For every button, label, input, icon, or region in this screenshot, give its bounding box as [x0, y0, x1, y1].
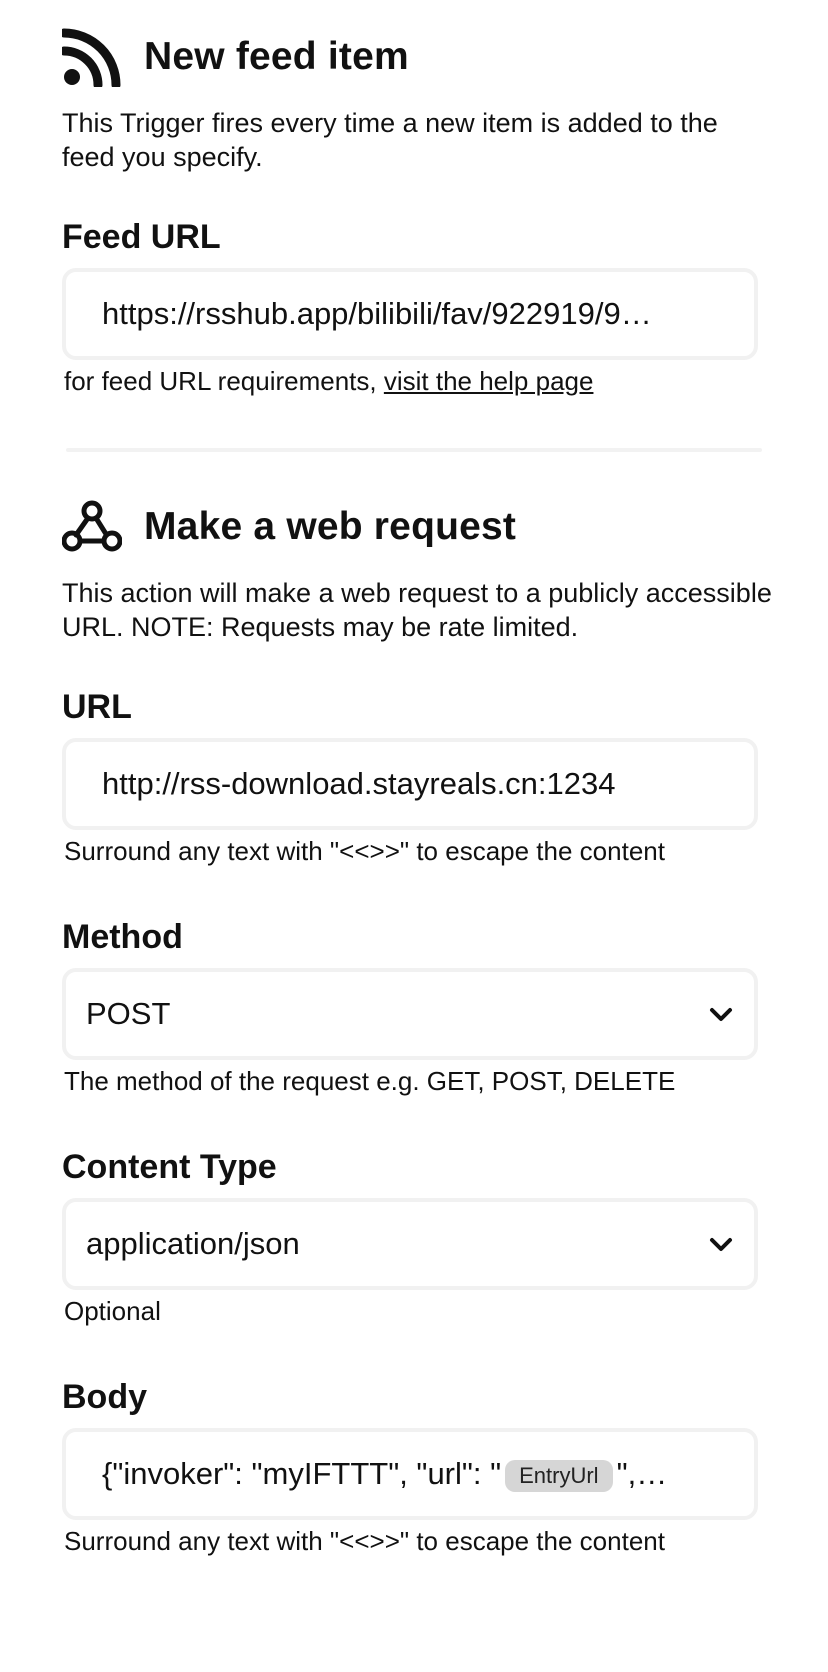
webhooks-icon	[62, 500, 122, 552]
content-type-value: application/json	[86, 1226, 300, 1261]
action-description: This action will make a web request to a…	[62, 578, 772, 642]
body-prefix-text: {"invoker": "myIFTTT", "url": "	[102, 1456, 502, 1491]
content-type-helper-wrap: Optional	[62, 1296, 161, 1327]
help-page-link[interactable]: visit the help page	[384, 366, 594, 396]
feed-url-input[interactable]: https://rsshub.app/bilibili/fav/922919/9…	[62, 268, 758, 360]
content-type-helper: Optional	[64, 1296, 161, 1326]
feed-url-label-wrap: Feed URL	[62, 218, 221, 257]
body-helper-wrap: Surround any text with "<<>>" to escape …	[62, 1526, 665, 1557]
method-value: POST	[86, 996, 171, 1031]
trigger-header: New feed item	[62, 22, 409, 92]
url-input-wrap: http://rss-download.stayreals.cn:1234	[62, 738, 758, 830]
method-helper: The method of the request e.g. GET, POST…	[64, 1066, 676, 1096]
method-label-wrap: Method	[62, 918, 183, 957]
rss-feed-icon	[62, 28, 121, 87]
applet-config-page: New feed item This Trigger fires every t…	[0, 0, 828, 1672]
url-value: http://rss-download.stayreals.cn:1234	[102, 766, 616, 801]
url-label: URL	[62, 688, 132, 726]
body-input-wrap: {"invoker": "myIFTTT", "url": " EntryUrl "…	[62, 1428, 758, 1520]
feed-url-value: https://rsshub.app/bilibili/fav/922919/9…	[102, 296, 652, 331]
chevron-down-icon	[710, 1238, 732, 1251]
trigger-description-wrap: This Trigger fires every time a new item…	[62, 106, 762, 174]
feed-url-helper-text: for feed URL requirements,	[64, 366, 384, 396]
action-description-wrap: This action will make a web request to a…	[62, 576, 772, 644]
content-type-select-wrap: application/json	[62, 1198, 758, 1290]
trigger-title: New feed item	[144, 35, 409, 78]
chevron-down-icon	[710, 1008, 732, 1021]
body-helper: Surround any text with "<<>>" to escape …	[64, 1526, 665, 1556]
url-label-wrap: URL	[62, 688, 132, 727]
feed-url-helper-wrap: for feed URL requirements, visit the hel…	[62, 366, 593, 397]
body-label: Body	[62, 1378, 147, 1416]
body-label-wrap: Body	[62, 1378, 147, 1417]
feed-url-helper: for feed URL requirements, visit the hel…	[62, 366, 593, 397]
url-helper: Surround any text with "<<>>" to escape …	[64, 836, 665, 866]
feed-url-label: Feed URL	[62, 218, 221, 256]
content-type-select[interactable]: application/json	[62, 1198, 758, 1290]
body-input[interactable]: {"invoker": "myIFTTT", "url": " EntryUrl "…	[62, 1428, 758, 1520]
method-select[interactable]: POST	[62, 968, 758, 1060]
method-select-wrap: POST	[62, 968, 758, 1060]
url-input[interactable]: http://rss-download.stayreals.cn:1234	[62, 738, 758, 830]
action-title: Make a web request	[144, 505, 517, 548]
action-header: Make a web request	[62, 492, 516, 562]
section-divider	[66, 448, 762, 452]
trigger-description: This Trigger fires every time a new item…	[62, 108, 718, 172]
content-type-label-wrap: Content Type	[62, 1148, 277, 1187]
entry-url-ingredient[interactable]: EntryUrl	[505, 1459, 613, 1492]
method-helper-wrap: The method of the request e.g. GET, POST…	[62, 1066, 675, 1097]
method-label: Method	[62, 918, 183, 956]
content-type-label: Content Type	[62, 1148, 277, 1186]
body-suffix-text: ",…	[616, 1456, 668, 1491]
body-value: {"invoker": "myIFTTT", "url": " EntryUrl "…	[102, 1456, 667, 1492]
feed-url-input-wrap: https://rsshub.app/bilibili/fav/922919/9…	[62, 268, 758, 360]
url-helper-wrap: Surround any text with "<<>>" to escape …	[62, 836, 665, 867]
